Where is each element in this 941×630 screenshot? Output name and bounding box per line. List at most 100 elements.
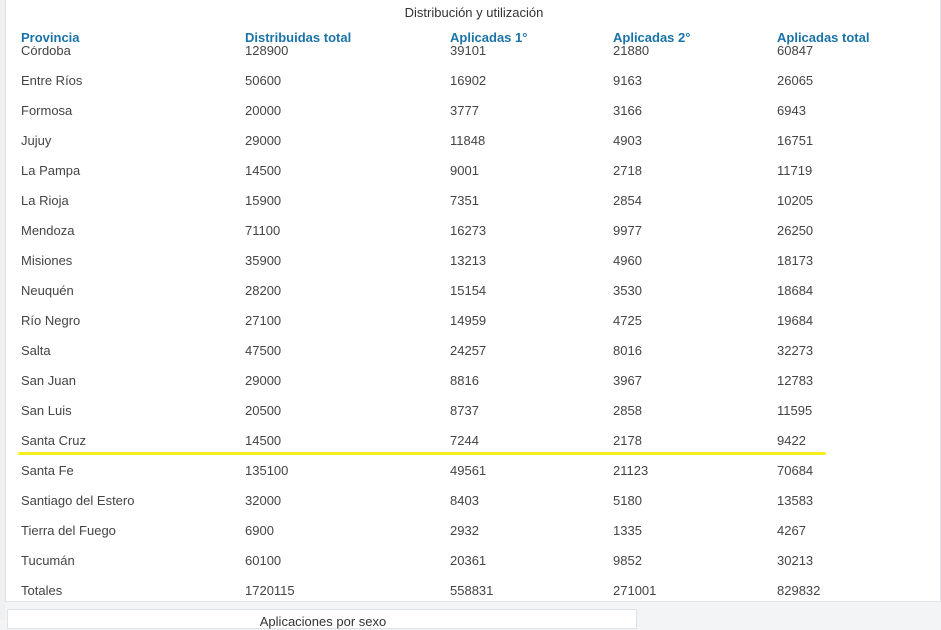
cell-aplicadas-1: 8737 <box>450 403 479 418</box>
table-row: Jujuy 29000 11848 4903 16751 <box>6 126 940 156</box>
cell-aplicadas-1: 8403 <box>450 493 479 508</box>
cell-aplicadas-1: 3777 <box>450 103 479 118</box>
cell-aplicadas-total: 11595 <box>777 403 813 418</box>
cell-aplicadas-total: 9422 <box>777 433 806 448</box>
table-row: Salta 47500 24257 8016 32273 <box>6 336 940 366</box>
cell-aplicadas-total: 60847 <box>777 46 814 58</box>
cell-distribuidas-total: 20000 <box>245 103 282 118</box>
cell-provincia: Mendoza <box>21 223 75 238</box>
cell-provincia: Entre Ríos <box>21 73 83 88</box>
cell-aplicadas-2: 4725 <box>613 313 642 328</box>
cell-aplicadas-2: 9977 <box>613 223 642 238</box>
cell-aplicadas-total: 13583 <box>777 493 814 508</box>
next-panel-title: Aplicaciones por sexo <box>259 614 387 629</box>
cell-aplicadas-total: 18684 <box>777 283 814 298</box>
cell-aplicadas-2: 3530 <box>613 283 642 298</box>
cell-provincia: Neuquén <box>21 283 74 298</box>
cell-aplicadas-total: 18173 <box>777 253 814 268</box>
table-rows: Córdoba 128900 39101 21880 60847 Entre Ríos 50… <box>6 46 940 601</box>
cell-distribuidas-total: 60100 <box>245 553 282 568</box>
cell-aplicadas-1: 11848 <box>450 133 486 148</box>
cell-distribuidas-total: 6900 <box>245 523 274 538</box>
table-body[interactable]: Córdoba 128900 39101 21880 60847 Entre Ríos 50… <box>6 46 940 601</box>
cell-aplicadas-1: 7351 <box>450 193 479 208</box>
cell-aplicadas-1: 24257 <box>450 343 487 358</box>
cell-aplicadas-total: 10205 <box>777 193 814 208</box>
column-header-distribuidas-total[interactable]: Distribuidas total <box>245 30 351 46</box>
cell-provincia: Río Negro <box>21 313 81 328</box>
cell-aplicadas-total: 6943 <box>777 103 806 118</box>
table-row: Tierra del Fuego 6900 2932 1335 4267 <box>6 516 940 546</box>
cell-aplicadas-total: 26250 <box>777 223 814 238</box>
table-row: Misiones 35900 13213 4960 18173 <box>6 246 940 276</box>
table-row: Tucumán 60100 20361 9852 30213 <box>6 546 940 576</box>
cell-provincia: Santa Fe <box>21 463 74 478</box>
cell-provincia: Santa Cruz <box>21 433 87 448</box>
column-header-aplicadas-total[interactable]: Aplicadas total <box>777 30 869 46</box>
cell-aplicadas-2: 2718 <box>613 163 642 178</box>
cell-provincia: La Pampa <box>21 163 81 178</box>
table-row: Mendoza 71100 16273 9977 26250 <box>6 216 940 246</box>
cell-provincia: Córdoba <box>21 46 71 58</box>
cell-distribuidas-total: 50600 <box>245 73 282 88</box>
column-header-aplicadas-2[interactable]: Aplicadas 2° <box>613 30 690 46</box>
cell-provincia: Tierra del Fuego <box>21 523 116 538</box>
column-header-aplicadas-1[interactable]: Aplicadas 1° <box>450 30 527 46</box>
cell-distribuidas-total: 29000 <box>245 373 282 388</box>
cell-provincia: Santiago del Estero <box>21 493 135 508</box>
cell-aplicadas-1: 7244 <box>450 433 479 448</box>
cell-aplicadas-2: 2858 <box>613 403 642 418</box>
table-row: San Luis 20500 8737 2858 11595 <box>6 396 940 426</box>
cell-aplicadas-total: 16751 <box>777 133 814 148</box>
cell-aplicadas-2: 9163 <box>613 73 642 88</box>
table-row: La Rioja 15900 7351 2854 10205 <box>6 186 940 216</box>
cell-provincia: Salta <box>21 343 51 358</box>
cell-aplicadas-total: 30213 <box>777 553 814 568</box>
cell-aplicadas-1: 558831 <box>450 583 494 598</box>
cell-aplicadas-1: 15154 <box>450 283 487 298</box>
cell-distribuidas-total: 47500 <box>245 343 282 358</box>
cell-aplicadas-2: 2178 <box>613 433 642 448</box>
cell-aplicadas-1: 2932 <box>450 523 479 538</box>
cell-aplicadas-2: 271001 <box>613 583 657 598</box>
cell-distribuidas-total: 71100 <box>245 223 281 238</box>
cell-aplicadas-1: 16902 <box>450 73 487 88</box>
cell-provincia: Misiones <box>21 253 73 268</box>
cell-provincia: San Luis <box>21 403 72 418</box>
table-header: Provincia Distribuidas total Aplicadas 1… <box>6 28 940 46</box>
cell-aplicadas-total: 12783 <box>777 373 814 388</box>
cell-aplicadas-1: 49561 <box>450 463 487 478</box>
cell-distribuidas-total: 14500 <box>245 433 282 448</box>
table-row: Santiago del Estero 32000 8403 5180 13583 <box>6 486 940 516</box>
cell-aplicadas-total: 70684 <box>777 463 814 478</box>
cell-aplicadas-2: 9852 <box>613 553 642 568</box>
panel-title: Distribución y utilización <box>404 5 544 20</box>
cell-aplicadas-total: 26065 <box>777 73 814 88</box>
highlight-underline <box>18 452 826 455</box>
cell-aplicadas-2: 8016 <box>613 343 642 358</box>
column-header-provincia[interactable]: Provincia <box>21 30 80 46</box>
cell-distribuidas-total: 29000 <box>245 133 282 148</box>
table-row: Río Negro 27100 14959 4725 19684 <box>6 306 940 336</box>
cell-aplicadas-2: 3166 <box>613 103 642 118</box>
cell-provincia: Jujuy <box>21 133 52 148</box>
cell-distribuidas-total: 135100 <box>245 463 289 478</box>
cell-provincia: San Juan <box>21 373 76 388</box>
cell-aplicadas-1: 14959 <box>450 313 487 328</box>
cell-aplicadas-total: 11719 <box>777 163 813 178</box>
distribution-table-panel: Distribución y utilización Provincia Dis… <box>5 0 941 602</box>
cell-aplicadas-2: 21880 <box>613 46 650 58</box>
table-row: Totales 1720115 558831 271001 829832 <box>6 576 940 601</box>
cell-provincia: La Rioja <box>21 193 69 208</box>
cell-aplicadas-total: 19684 <box>777 313 814 328</box>
table-row: San Juan 29000 8816 3967 12783 <box>6 366 940 396</box>
cell-distribuidas-total: 15900 <box>245 193 282 208</box>
cell-aplicadas-1: 16273 <box>450 223 487 238</box>
cell-distribuidas-total: 14500 <box>245 163 282 178</box>
cell-aplicadas-total: 32273 <box>777 343 814 358</box>
cell-provincia: Formosa <box>21 103 73 118</box>
cell-aplicadas-1: 13213 <box>450 253 487 268</box>
cell-aplicadas-2: 5180 <box>613 493 642 508</box>
cell-aplicadas-1: 20361 <box>450 553 487 568</box>
cell-aplicadas-1: 8816 <box>450 373 479 388</box>
